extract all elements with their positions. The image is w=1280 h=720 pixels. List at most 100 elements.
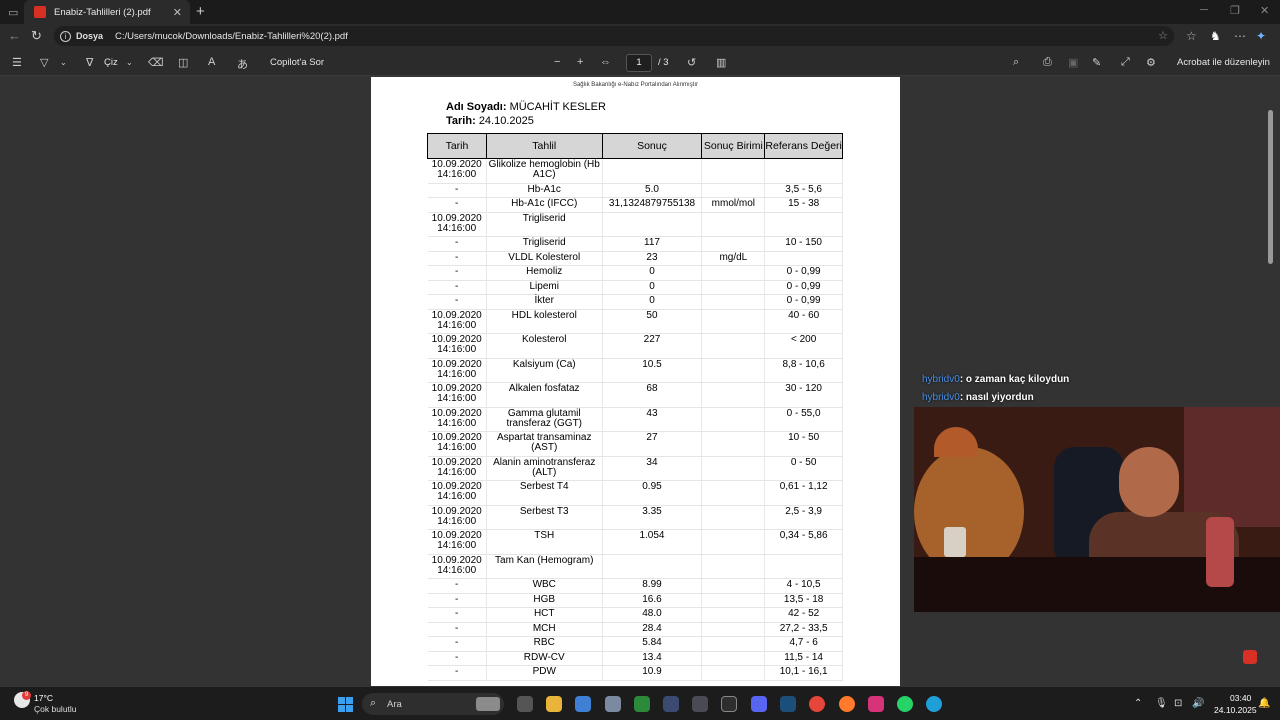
print-icon[interactable]: ⎙ bbox=[1043, 56, 1052, 69]
address-bar[interactable]: i Dosya C:/Users/mucok/Downloads/Enabiz-… bbox=[54, 26, 1174, 46]
search-icon[interactable]: ⌕ bbox=[1013, 56, 1019, 69]
weather-badge: 9 bbox=[22, 691, 31, 700]
fullscreen-icon[interactable]: ⤢ bbox=[1121, 56, 1130, 69]
table-row: 10.09.2020 14:16:00 HDL kolesterol 50 40 - … bbox=[427, 309, 843, 334]
page-view-icon[interactable]: ◫ bbox=[178, 56, 188, 69]
cell-reference bbox=[764, 251, 843, 266]
tray-overflow-icon[interactable]: ⌃ bbox=[1134, 698, 1142, 709]
fit-page-icon[interactable]: ⇔ bbox=[600, 56, 611, 68]
cell-result: 23 bbox=[602, 251, 703, 266]
cell-date: - bbox=[427, 251, 487, 266]
cell-date: 10.09.2020 14:16:00 bbox=[427, 456, 487, 481]
eraser-icon[interactable]: ⌫ bbox=[148, 56, 164, 69]
cell-unit bbox=[701, 183, 766, 198]
cell-test: Hb-A1c bbox=[486, 183, 603, 198]
task-view-icon[interactable] bbox=[517, 696, 533, 712]
file-explorer-icon[interactable] bbox=[546, 696, 562, 712]
settings-app-icon[interactable] bbox=[605, 696, 621, 712]
acrobat-edit-button[interactable]: Acrobat ile düzenleyin bbox=[1177, 57, 1270, 68]
cell-result bbox=[602, 212, 703, 237]
headset-app-icon[interactable] bbox=[634, 696, 650, 712]
steam-icon[interactable] bbox=[780, 696, 796, 712]
more-menu-icon[interactable]: ⋯ bbox=[1234, 29, 1246, 43]
acrobat-icon[interactable] bbox=[1243, 650, 1257, 664]
app-icon[interactable] bbox=[721, 696, 737, 712]
favorite-star-icon[interactable]: ☆ bbox=[1158, 29, 1168, 42]
chevron-down-icon[interactable]: ⌄ bbox=[60, 58, 67, 67]
zoom-in-icon[interactable]: + bbox=[577, 56, 583, 68]
tab-actions-icon[interactable]: ▭ bbox=[8, 6, 18, 19]
minimize-icon[interactable]: ─ bbox=[1200, 4, 1208, 16]
browser-tab[interactable]: Enabiz-Tahlilleri (2).pdf ✕ bbox=[24, 0, 190, 24]
page-number-input[interactable]: 1 bbox=[626, 54, 652, 72]
chevron-down-icon[interactable]: ⌄ bbox=[126, 58, 133, 67]
cell-test: HGB bbox=[486, 593, 603, 608]
read-aloud-icon[interactable]: A bbox=[208, 56, 215, 68]
cell-test: Aspartat transaminaz (AST) bbox=[486, 431, 603, 457]
obs-icon[interactable] bbox=[663, 696, 679, 712]
two-page-icon[interactable]: ▥ bbox=[716, 56, 726, 69]
refresh-icon[interactable]: ↻ bbox=[31, 28, 42, 44]
restore-icon[interactable]: ❐ bbox=[1230, 4, 1240, 17]
close-tab-icon[interactable]: ✕ bbox=[173, 6, 182, 19]
cell-unit bbox=[701, 309, 766, 334]
cell-result: 68 bbox=[602, 382, 703, 408]
contents-icon[interactable]: ☰ bbox=[12, 56, 22, 69]
window-close-icon[interactable]: ✕ bbox=[1260, 4, 1269, 17]
temperature[interactable]: 17°C bbox=[34, 693, 53, 703]
cell-date: - bbox=[427, 236, 487, 252]
clock-date[interactable]: 24.10.2025 bbox=[1214, 705, 1257, 715]
cell-test: Tam Kan (Hemogram) bbox=[486, 554, 603, 579]
table-row: - HCT 48.0 42 - 52 bbox=[427, 607, 843, 623]
cell-reference: 3,5 - 5,6 bbox=[764, 183, 843, 198]
cell-reference: 13,5 - 18 bbox=[764, 593, 843, 608]
cell-reference: 4,7 - 6 bbox=[764, 636, 843, 652]
cell-test: İkter bbox=[486, 294, 603, 310]
cell-test: Serbest T3 bbox=[486, 505, 603, 530]
new-tab-icon[interactable]: + bbox=[196, 3, 205, 20]
volume-icon[interactable]: 🔊 bbox=[1192, 698, 1204, 709]
cell-test: Trigliserid bbox=[486, 236, 603, 252]
scrollbar[interactable] bbox=[1268, 110, 1273, 264]
firefox-icon[interactable] bbox=[839, 696, 855, 712]
cell-date: - bbox=[427, 294, 487, 310]
cell-unit bbox=[701, 480, 766, 506]
highlight-icon[interactable]: ▽ bbox=[40, 56, 48, 69]
draw-icon[interactable]: ∇ bbox=[86, 56, 93, 69]
store-icon[interactable] bbox=[575, 696, 591, 712]
info-icon[interactable]: i bbox=[60, 30, 71, 42]
cell-result: 48.0 bbox=[602, 607, 703, 623]
cell-result: 34 bbox=[602, 456, 703, 481]
copilot-button[interactable]: Copilot'a Sor bbox=[270, 57, 324, 68]
cell-test: Gamma glutamil transferaz (GGT) bbox=[486, 407, 603, 432]
microphone-icon[interactable]: 🎙 bbox=[1155, 698, 1168, 709]
network-icon[interactable]: ⊡ bbox=[1174, 698, 1182, 709]
weather-condition[interactable]: Çok bulutlu bbox=[34, 704, 77, 714]
cell-unit: mg/dL bbox=[701, 251, 766, 266]
instagram-icon[interactable] bbox=[868, 696, 884, 712]
extension-icon[interactable]: ♞ bbox=[1210, 29, 1221, 43]
translate-icon[interactable]: あ bbox=[237, 56, 248, 72]
save-icon[interactable]: ▣ bbox=[1068, 56, 1078, 69]
back-icon[interactable]: ← bbox=[8, 28, 21, 43]
notification-icon[interactable]: 🔔 bbox=[1258, 698, 1270, 709]
edge-icon[interactable] bbox=[926, 696, 942, 712]
taskbar-search[interactable]: ⌕ Ara bbox=[362, 693, 504, 715]
cell-unit bbox=[701, 505, 766, 530]
settings-gear-icon[interactable]: ⚙ bbox=[1146, 56, 1156, 69]
draw-label[interactable]: Çiz bbox=[104, 57, 118, 68]
favorites-icon[interactable]: ☆ bbox=[1186, 29, 1197, 43]
zoom-out-icon[interactable]: − bbox=[554, 56, 560, 68]
table-row: 10.09.2020 14:16:00 Trigliserid bbox=[427, 212, 843, 237]
cell-date: 10.09.2020 14:16:00 bbox=[427, 382, 487, 408]
windows-start-icon[interactable] bbox=[338, 697, 353, 712]
save-as-icon[interactable]: ✎ bbox=[1092, 56, 1101, 69]
discord-icon[interactable] bbox=[751, 696, 767, 712]
copilot-icon[interactable]: ✦ bbox=[1256, 29, 1266, 43]
whatsapp-icon[interactable] bbox=[897, 696, 913, 712]
chat-text: : nasıl yiyordun bbox=[959, 392, 1034, 403]
clock-time[interactable]: 03:40 bbox=[1230, 693, 1251, 703]
app-icon[interactable] bbox=[692, 696, 708, 712]
chrome-icon[interactable] bbox=[809, 696, 825, 712]
rotate-icon[interactable]: ↺ bbox=[687, 56, 696, 69]
